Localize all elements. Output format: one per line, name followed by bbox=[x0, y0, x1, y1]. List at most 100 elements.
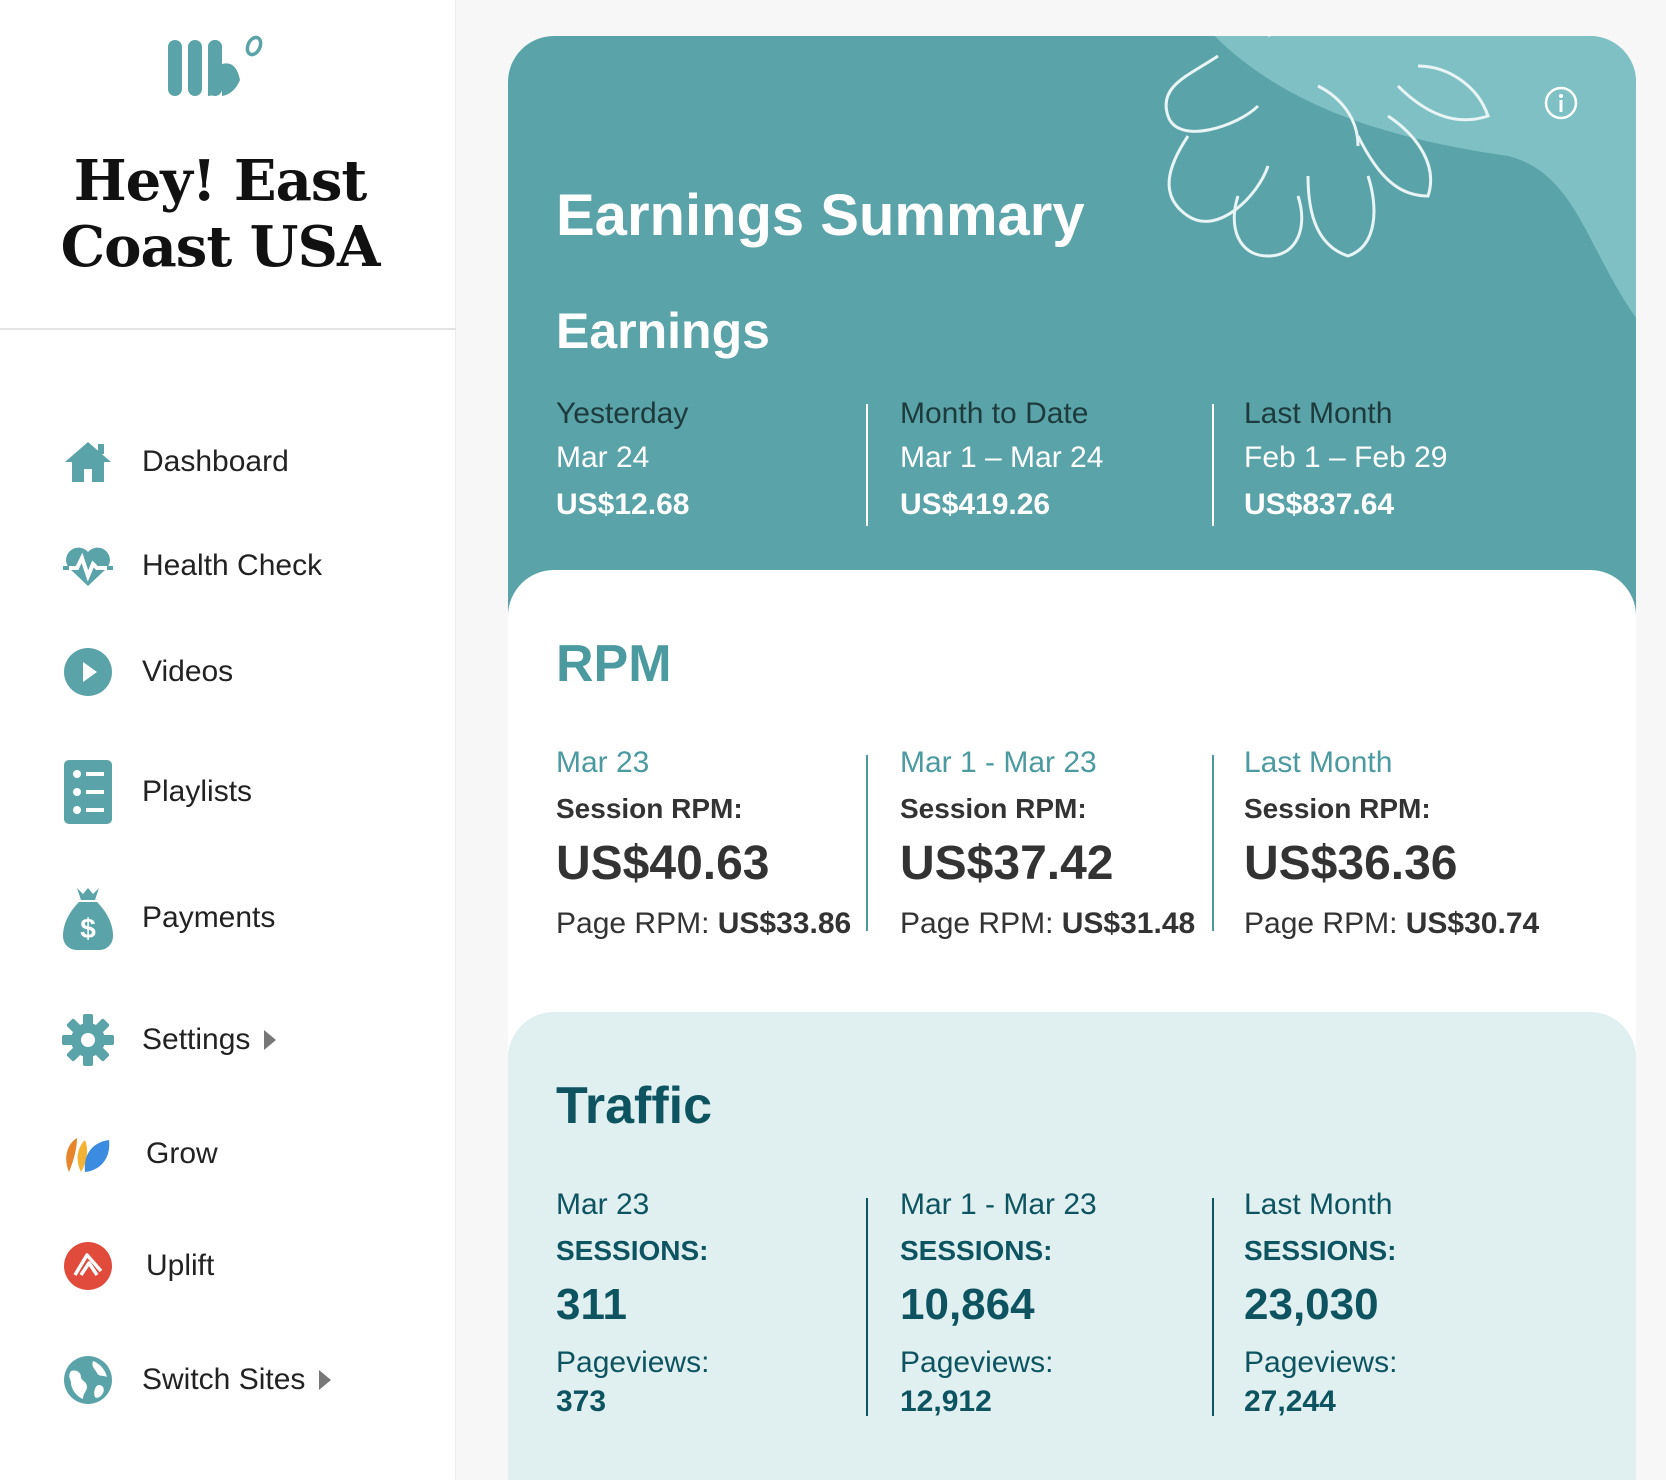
pageviews-value: 12,912 bbox=[900, 1385, 992, 1418]
column-divider bbox=[1212, 1198, 1214, 1416]
sessions-value: 10,864 bbox=[900, 1280, 1035, 1329]
traffic-date: Mar 1 - Mar 23 bbox=[900, 1188, 1097, 1221]
sessions-label: SESSIONS: bbox=[1244, 1235, 1397, 1266]
earnings-column-last-month: Last Month Feb 1 – Feb 29 US$837.64 bbox=[1244, 392, 1544, 530]
page-rpm-label: Page RPM: bbox=[1244, 907, 1398, 940]
sidebar-item-dashboard[interactable]: Dashboard bbox=[60, 432, 289, 492]
session-rpm-label: Session RPM: bbox=[1244, 793, 1431, 824]
pageviews-label: Pageviews: bbox=[900, 1346, 1054, 1379]
grow-icon bbox=[60, 1126, 116, 1182]
site-name: Hey! East Coast USA bbox=[0, 148, 440, 280]
sidebar-item-label: Payments bbox=[142, 901, 276, 934]
rpm-heading: RPM bbox=[556, 635, 672, 693]
list-icon bbox=[60, 760, 116, 824]
rpm-column-day: Mar 23 Session RPM: US$40.63 Page RPM: U… bbox=[556, 740, 876, 952]
play-circle-icon bbox=[60, 644, 116, 700]
column-divider bbox=[1212, 755, 1214, 931]
heartbeat-icon bbox=[60, 538, 116, 594]
page-title: Earnings Summary bbox=[556, 183, 1085, 248]
sidebar-item-settings[interactable]: Settings bbox=[60, 1010, 277, 1070]
sidebar-divider bbox=[0, 328, 456, 330]
page-rpm-value: US$30.74 bbox=[1405, 907, 1540, 940]
site-name-line1: Hey! East bbox=[73, 148, 368, 214]
earnings-date-range: Feb 1 – Feb 29 bbox=[1244, 441, 1448, 474]
sidebar-item-label: Playlists bbox=[142, 775, 253, 808]
sidebar-item-label: Switch Sites bbox=[142, 1363, 306, 1396]
sidebar-item-label: Dashboard bbox=[142, 445, 289, 478]
traffic-card: Traffic Mar 23 SESSIONS: 311 Pageviews: … bbox=[508, 1012, 1636, 1480]
session-rpm-value: US$40.63 bbox=[556, 837, 770, 890]
sidebar-item-label: Settings bbox=[142, 1023, 251, 1056]
page-rpm: Page RPM: US$31.48 bbox=[900, 896, 1220, 952]
sessions-value: 311 bbox=[556, 1280, 627, 1329]
page-rpm-label: Page RPM: bbox=[900, 907, 1054, 940]
sidebar-item-grow[interactable]: Grow bbox=[60, 1124, 218, 1184]
traffic-column-day: Mar 23 SESSIONS: 311 Pageviews: 373 bbox=[556, 1182, 876, 1418]
earnings-date-range: Mar 24 bbox=[556, 441, 650, 474]
rpm-date: Mar 1 - Mar 23 bbox=[900, 746, 1097, 779]
earnings-period-label: Yesterday bbox=[556, 397, 689, 430]
traffic-heading: Traffic bbox=[556, 1077, 713, 1135]
session-rpm-value: US$36.36 bbox=[1244, 837, 1458, 890]
sidebar-item-uplift[interactable]: Uplift bbox=[60, 1236, 214, 1296]
earnings-column-yesterday: Yesterday Mar 24 US$12.68 bbox=[556, 392, 856, 530]
earnings-value: US$837.64 bbox=[1244, 488, 1395, 521]
pageviews-value: 373 bbox=[556, 1385, 607, 1418]
traffic-date: Last Month bbox=[1244, 1188, 1393, 1221]
session-rpm-label: Session RPM: bbox=[900, 793, 1087, 824]
sidebar-item-label: Grow bbox=[146, 1137, 218, 1170]
sessions-label: SESSIONS: bbox=[900, 1235, 1053, 1266]
column-divider bbox=[866, 404, 868, 526]
money-bag-icon: $ bbox=[60, 888, 116, 950]
earnings-heading: Earnings bbox=[556, 303, 770, 359]
mediavine-logo-icon[interactable] bbox=[168, 34, 268, 102]
rpm-column-last-month: Last Month Session RPM: US$36.36 Page RP… bbox=[1244, 740, 1564, 952]
earnings-date-range: Mar 1 – Mar 24 bbox=[900, 441, 1104, 474]
uplift-icon bbox=[60, 1238, 116, 1294]
page-rpm: Page RPM: US$33.86 bbox=[556, 896, 876, 952]
page-rpm-value: US$31.48 bbox=[1061, 907, 1196, 940]
info-icon[interactable] bbox=[1544, 86, 1578, 120]
traffic-column-month: Mar 1 - Mar 23 SESSIONS: 10,864 Pageview… bbox=[900, 1182, 1220, 1418]
sessions-value: 23,030 bbox=[1244, 1280, 1379, 1329]
sidebar-item-label: Videos bbox=[142, 655, 234, 688]
sidebar-item-label: Health Check bbox=[142, 549, 323, 582]
sidebar: Hey! East Coast USA Dashboard Health Che… bbox=[0, 0, 456, 1480]
sidebar-item-health-check[interactable]: Health Check bbox=[60, 536, 322, 596]
svg-text:$: $ bbox=[80, 913, 96, 944]
home-icon bbox=[60, 434, 116, 490]
earnings-column-month-to-date: Month to Date Mar 1 – Mar 24 US$419.26 bbox=[900, 392, 1200, 530]
column-divider bbox=[866, 1198, 868, 1416]
earnings-summary-card: Earnings Summary Earnings Yesterday Mar … bbox=[508, 36, 1636, 616]
column-divider bbox=[866, 755, 868, 931]
session-rpm-label: Session RPM: bbox=[556, 793, 743, 824]
pageviews-label: Pageviews: bbox=[1244, 1346, 1398, 1379]
sessions-label: SESSIONS: bbox=[556, 1235, 709, 1266]
caret-right-icon bbox=[264, 1030, 277, 1050]
column-divider bbox=[1212, 404, 1214, 526]
earnings-value: US$12.68 bbox=[556, 488, 690, 521]
earnings-period-label: Last Month bbox=[1244, 397, 1393, 430]
earnings-period-label: Month to Date bbox=[900, 397, 1089, 430]
caret-right-icon bbox=[319, 1370, 332, 1390]
sidebar-item-playlists[interactable]: Playlists bbox=[60, 760, 253, 824]
session-rpm-value: US$37.42 bbox=[900, 837, 1114, 890]
earnings-value: US$419.26 bbox=[900, 488, 1051, 521]
globe-icon bbox=[60, 1352, 116, 1408]
pageviews-value: 27,244 bbox=[1244, 1385, 1336, 1418]
rpm-date: Mar 23 bbox=[556, 746, 650, 779]
sidebar-item-switch-sites[interactable]: Switch Sites bbox=[60, 1350, 332, 1410]
sidebar-item-videos[interactable]: Videos bbox=[60, 642, 233, 702]
page-rpm: Page RPM: US$30.74 bbox=[1244, 896, 1564, 952]
rpm-date: Last Month bbox=[1244, 746, 1393, 779]
sidebar-item-label: Uplift bbox=[146, 1249, 215, 1282]
pageviews-label: Pageviews: bbox=[556, 1346, 710, 1379]
page-rpm-label: Page RPM: bbox=[556, 907, 710, 940]
gear-icon bbox=[60, 1012, 116, 1068]
rpm-column-month: Mar 1 - Mar 23 Session RPM: US$37.42 Pag… bbox=[900, 740, 1220, 952]
traffic-column-last-month: Last Month SESSIONS: 23,030 Pageviews: 2… bbox=[1244, 1182, 1564, 1418]
page-rpm-value: US$33.86 bbox=[717, 907, 852, 940]
site-name-line2: Coast USA bbox=[60, 214, 381, 280]
rpm-card: RPM Mar 23 Session RPM: US$40.63 Page RP… bbox=[508, 570, 1636, 1050]
sidebar-item-payments[interactable]: $ Payments bbox=[60, 888, 276, 950]
